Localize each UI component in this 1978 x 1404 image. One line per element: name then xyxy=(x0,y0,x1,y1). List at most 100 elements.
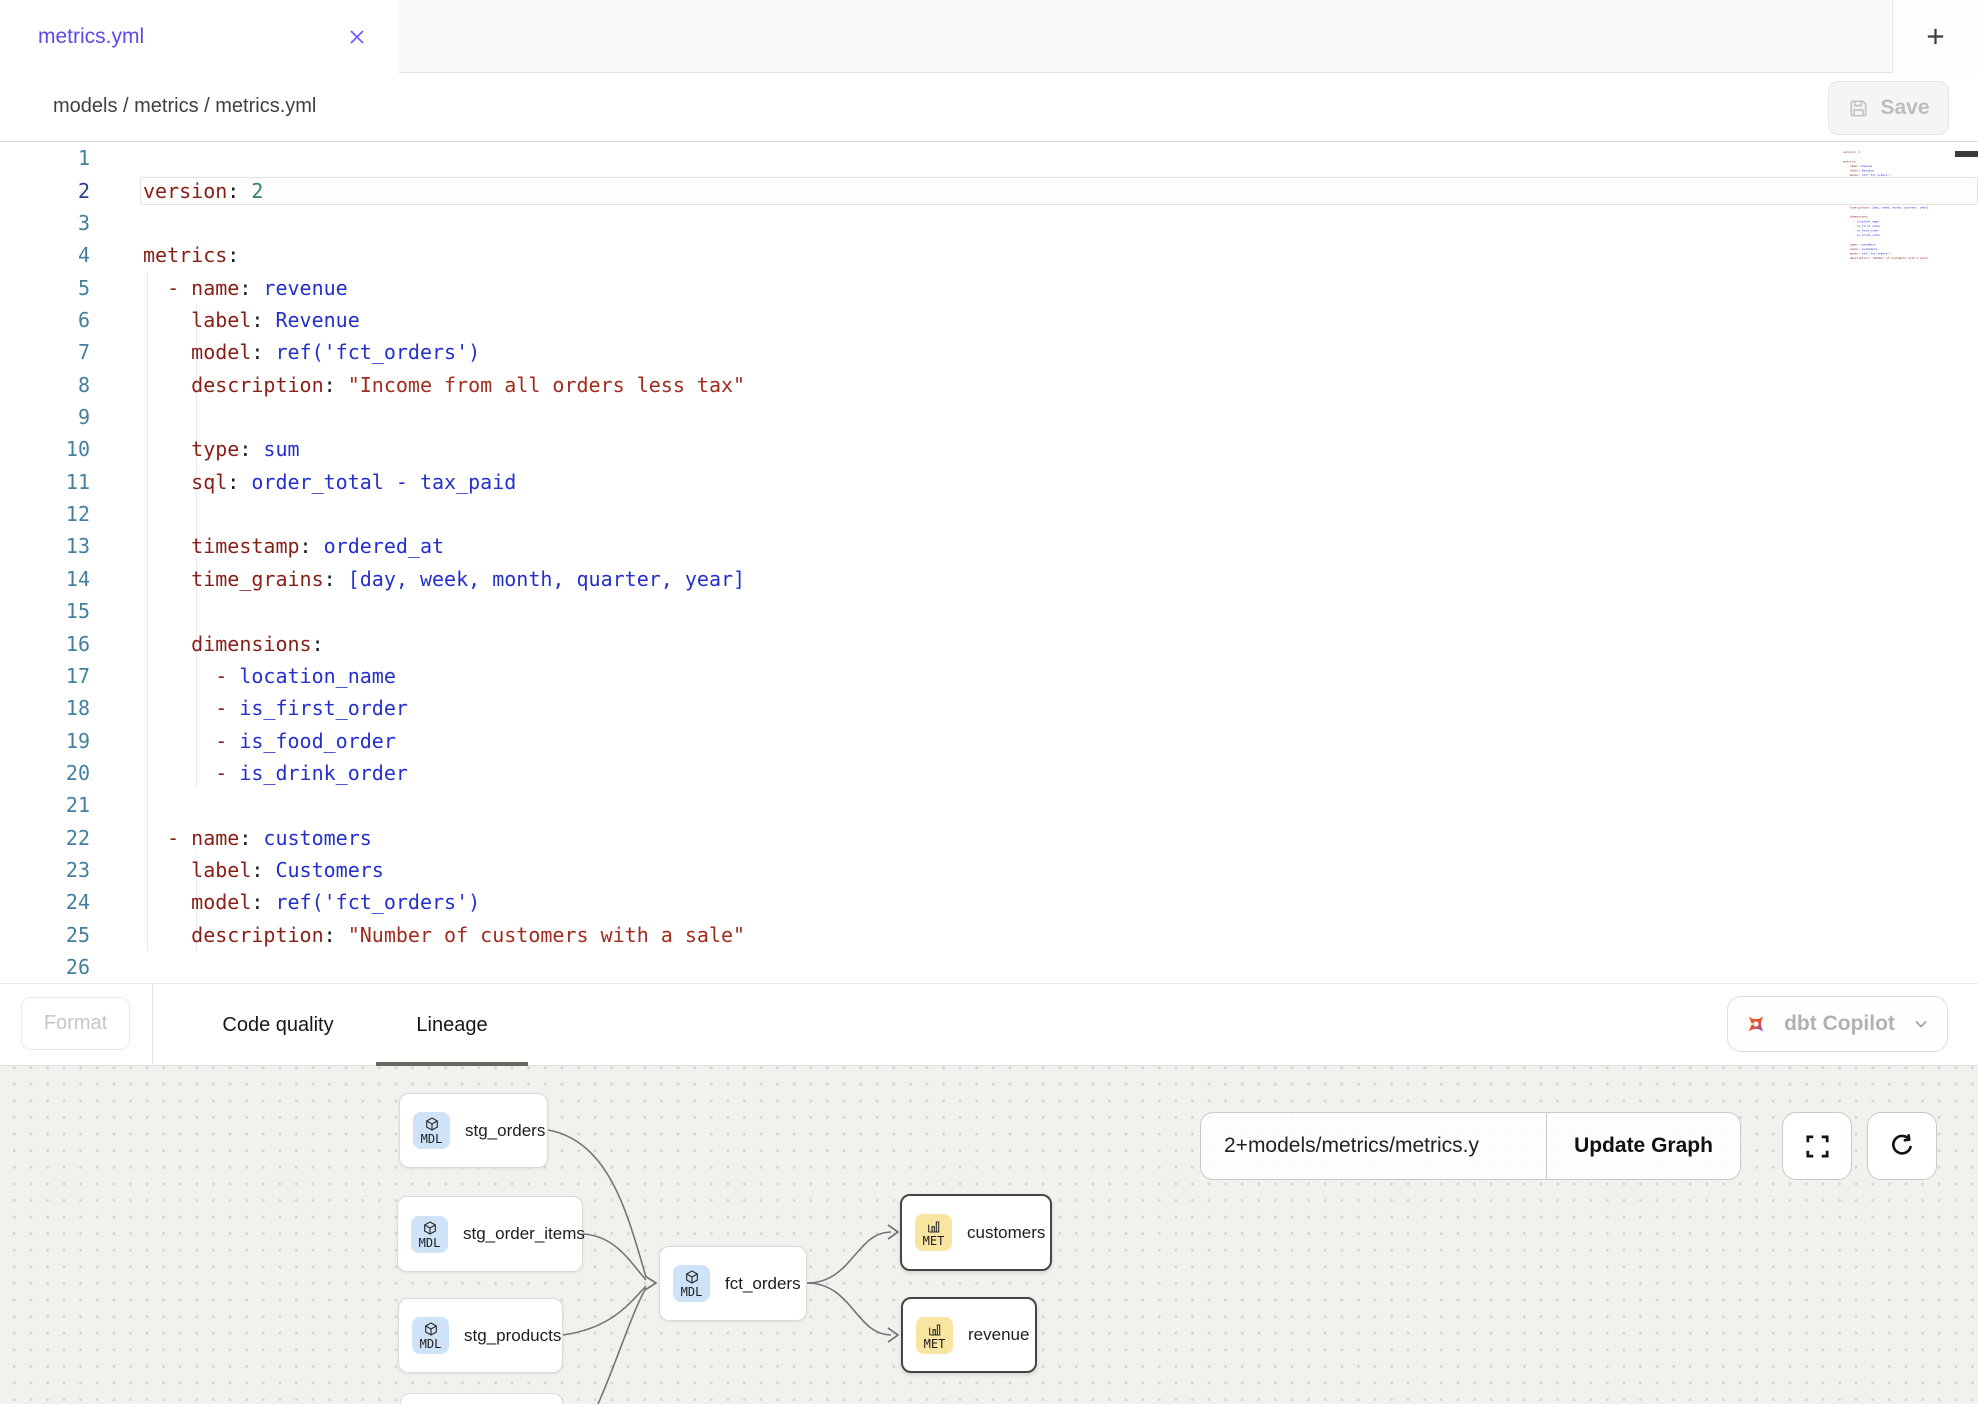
code-line-12[interactable]: 12 xyxy=(0,498,1978,530)
editor-minimap[interactable]: version: 2metrics: - name: revenue label… xyxy=(1843,146,1978,266)
file-header-row: models / metrics / metrics.yml Save xyxy=(0,73,1978,142)
line-number: 18 xyxy=(0,696,90,720)
lineage-filter-input[interactable] xyxy=(1201,1113,1546,1179)
tab-bar: metrics.yml xyxy=(0,0,1978,73)
tab-label: Lineage xyxy=(416,1014,487,1037)
metric-chart-icon xyxy=(927,1321,943,1337)
badge-label: MET xyxy=(924,1338,946,1350)
code-line-25[interactable]: 25 description: "Number of customers wit… xyxy=(0,919,1978,951)
tab-code-quality[interactable]: Code quality xyxy=(188,984,368,1066)
code-line-15[interactable]: 15 xyxy=(0,595,1978,627)
code-line-24[interactable]: 24 model: ref('fct_orders') xyxy=(0,886,1978,918)
code-line-11[interactable]: 11 sql: order_total - tax_paid xyxy=(0,466,1978,498)
lineage-graph-canvas[interactable]: MDL stg_orders MDL stg_order_items MDL stg_pr… xyxy=(0,1066,1978,1404)
dbt-copilot-button[interactable]: dbt Copilot xyxy=(1727,996,1948,1052)
code-line-6[interactable]: 6 label: Revenue xyxy=(0,304,1978,336)
save-button[interactable]: Save xyxy=(1828,81,1949,135)
code-line-2[interactable]: 2version: 2 xyxy=(0,174,1978,206)
code-line-18[interactable]: 18 - is_first_order xyxy=(0,692,1978,724)
line-number: 16 xyxy=(0,632,90,656)
code-line-16[interactable]: 16 dimensions: xyxy=(0,627,1978,659)
lineage-node-customers[interactable]: MET customers xyxy=(900,1194,1052,1271)
code-line-26[interactable]: 26 xyxy=(0,951,1978,983)
line-number: 19 xyxy=(0,729,90,753)
chevron-down-icon xyxy=(1911,1014,1931,1034)
save-label: Save xyxy=(1880,96,1929,120)
model-badge: MDL xyxy=(412,1317,449,1354)
code-line-21[interactable]: 21 xyxy=(0,789,1978,821)
code-line-23[interactable]: 23 label: Customers xyxy=(0,854,1978,886)
line-number: 3 xyxy=(0,211,90,235)
model-badge: MDL xyxy=(673,1265,710,1302)
lineage-node-stg_products[interactable]: MDL stg_products xyxy=(398,1298,563,1373)
refresh-button[interactable] xyxy=(1867,1112,1937,1180)
node-label: stg_order_items xyxy=(463,1224,585,1244)
format-label: Format xyxy=(44,1012,107,1035)
toolbar-divider xyxy=(152,984,153,1066)
lineage-node-fct_orders[interactable]: MDL fct_orders xyxy=(659,1246,807,1321)
scrollbar-thumb[interactable] xyxy=(1955,151,1978,157)
line-number: 11 xyxy=(0,470,90,494)
badge-label: MDL xyxy=(681,1286,703,1298)
tab-title: metrics.yml xyxy=(38,25,144,49)
code-line-7[interactable]: 7 model: ref('fct_orders') xyxy=(0,336,1978,368)
node-label: revenue xyxy=(968,1325,1029,1345)
editor-toolbar: Format Code quality Lineage dbt Copilot xyxy=(0,983,1978,1066)
line-number: 13 xyxy=(0,534,90,558)
code-line-4[interactable]: 4metrics: xyxy=(0,239,1978,271)
lineage-node-hidden_model[interactable] xyxy=(400,1393,563,1404)
metric-chart-icon xyxy=(926,1218,942,1234)
lineage-node-stg_orders[interactable]: MDL stg_orders xyxy=(399,1093,548,1168)
fullscreen-button[interactable] xyxy=(1782,1112,1852,1180)
code-line-22[interactable]: 22 - name: customers xyxy=(0,822,1978,854)
line-number: 21 xyxy=(0,793,90,817)
line-number: 7 xyxy=(0,340,90,364)
tab-metrics-yml[interactable]: metrics.yml xyxy=(0,0,399,74)
update-graph-button[interactable]: Update Graph xyxy=(1547,1113,1740,1179)
line-number: 17 xyxy=(0,664,90,688)
line-number: 20 xyxy=(0,761,90,785)
line-number: 22 xyxy=(0,826,90,850)
dbt-ide-window: metrics.yml models / metrics / metrics.y… xyxy=(0,0,1978,1404)
node-label: customers xyxy=(967,1223,1045,1243)
model-cube-icon xyxy=(424,1116,440,1132)
line-number: 8 xyxy=(0,373,90,397)
tab-lineage[interactable]: Lineage xyxy=(376,984,528,1066)
badge-label: MDL xyxy=(420,1338,442,1350)
line-number: 12 xyxy=(0,502,90,526)
lineage-node-stg_order_items[interactable]: MDL stg_order_items xyxy=(397,1196,583,1272)
model-badge: MDL xyxy=(411,1216,448,1253)
node-label: stg_products xyxy=(464,1326,561,1346)
line-number: 6 xyxy=(0,308,90,332)
lineage-node-revenue[interactable]: MET revenue xyxy=(901,1297,1037,1373)
code-line-8[interactable]: 8 description: "Income from all orders l… xyxy=(0,369,1978,401)
metric-badge: MET xyxy=(915,1214,952,1251)
code-line-17[interactable]: 17 - location_name xyxy=(0,660,1978,692)
new-tab-button[interactable] xyxy=(1892,0,1978,73)
refresh-icon xyxy=(1887,1131,1917,1161)
code-line-10[interactable]: 10 type: sum xyxy=(0,433,1978,465)
line-number: 1 xyxy=(0,146,90,170)
code-line-19[interactable]: 19 - is_food_order xyxy=(0,724,1978,756)
format-button[interactable]: Format xyxy=(21,997,130,1050)
code-line-3[interactable]: 3 xyxy=(0,207,1978,239)
lineage-filter-group: Update Graph xyxy=(1200,1112,1741,1180)
code-editor[interactable]: 12version: 234metrics:5 - name: revenue6… xyxy=(0,142,1978,983)
badge-label: MDL xyxy=(421,1133,443,1145)
code-line-5[interactable]: 5 - name: revenue xyxy=(0,271,1978,303)
close-icon xyxy=(347,27,367,47)
code-line-1[interactable]: 1 xyxy=(0,142,1978,174)
code-line-14[interactable]: 14 time_grains: [day, week, month, quart… xyxy=(0,563,1978,595)
dbt-copilot-icon xyxy=(1744,1012,1768,1036)
close-tab-button[interactable] xyxy=(347,26,369,48)
line-number: 9 xyxy=(0,405,90,429)
node-label: fct_orders xyxy=(725,1274,801,1294)
code-line-13[interactable]: 13 timestamp: ordered_at xyxy=(0,530,1978,562)
breadcrumb: models / metrics / metrics.yml xyxy=(53,95,316,118)
badge-label: MET xyxy=(923,1235,945,1247)
node-label: stg_orders xyxy=(465,1121,545,1141)
save-icon xyxy=(1847,97,1870,120)
line-number: 23 xyxy=(0,858,90,882)
code-line-9[interactable]: 9 xyxy=(0,401,1978,433)
code-line-20[interactable]: 20 - is_drink_order xyxy=(0,757,1978,789)
